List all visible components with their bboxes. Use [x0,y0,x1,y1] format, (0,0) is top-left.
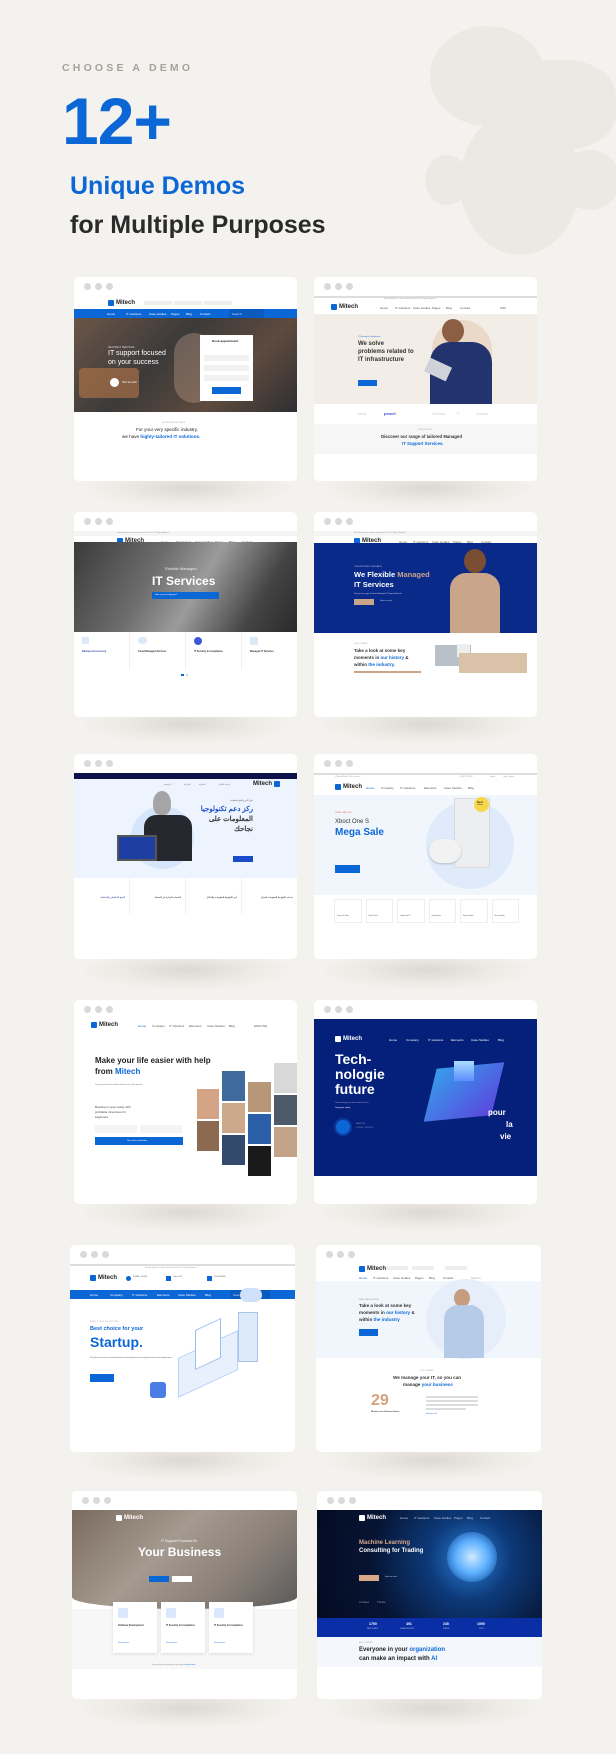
demo-card-2[interactable]: Now Hiring: Are you a driven and motivat… [314,277,537,481]
demo-card-5[interactable]: Mitech الرئيسية الشركة المدونة دراسة الح… [74,754,297,959]
demo-card-7[interactable]: Mitech Home Company IT solutions Element… [74,1000,297,1204]
hero-section: Mitech Home IT solutions Case studies Pa… [317,1510,542,1618]
demo-card-4[interactable]: Now Hiring: Are you a driven and motivat… [314,512,537,717]
demo-card-3[interactable]: Now Hiring: Are you a driven and motivat… [74,512,297,717]
demo-card-12[interactable]: Mitech Home IT solutions Case studies Pa… [317,1491,542,1699]
demo-screenshot: Mitech Home IT solutions Case studies Pa… [316,1264,541,1452]
service-card: IT Security & Compliance Discover now [209,1602,253,1653]
demo-card-6[interactable]: 58 Howard Street #2 San Francisco (+68) … [314,754,537,959]
section-eyebrow: CHOOSE A DEMO [62,62,194,74]
window-controls [82,1497,111,1504]
hero-image: Flexible Managed IT Services How can we … [74,542,297,632]
demo-screenshot: Now Hiring: Are you a driven and motivat… [314,296,537,481]
brand-logo: Mitech [359,1515,386,1521]
service-card: IT Security & Compliance Discover now [161,1602,205,1653]
demo-screenshot: Mitech Home Company IT solutions Element… [74,1019,297,1204]
demo-count: 12+ [62,84,172,158]
subtitle: for Multiple Purposes [70,211,326,239]
demo-card-1[interactable]: Mitech Home IT solutions Case studies Pa… [74,277,297,481]
brand-logo: Mitech [253,781,280,787]
demo-screenshot: Mitech IT Support Focused On Your Busine… [72,1510,297,1699]
stats-bar: 1790 HAPPY CLIENTS 491 FINISHED PROJECTS… [317,1618,542,1637]
demo-card-9[interactable]: Now Hiring: Are you a driven and motivat… [70,1245,295,1452]
hero-section: Best selling GREAT DEALS FOR Xboct One S… [314,795,537,895]
hero-section: IT Security & Compliance We solve proble… [314,314,537,404]
appointment-form: Book appointment [200,335,253,401]
demo-screenshot: Mitech Home IT solutions Case studies Pa… [317,1510,542,1699]
demo-screenshot: Now Hiring: Are you a driven and motivat… [74,531,297,717]
demo-card-11[interactable]: Mitech IT Support Focused On Your Busine… [72,1491,297,1699]
demo-screenshot: 58 Howard Street #2 San Francisco (+68) … [314,773,537,959]
service-card: Software Development Discover now [113,1602,157,1653]
window-controls [80,1251,109,1258]
decorative-blob [560,150,616,210]
demo-card-10[interactable]: Mitech Home IT solutions Case studies Pa… [316,1245,541,1452]
category-tiles: Camera & Video Smart Phone Laptop and PC… [334,899,519,923]
nav-bar: Home IT solutions Case studies Pages Blo… [74,309,297,318]
window-controls [324,760,353,767]
demo-screenshot: Now Hiring: Are you a driven and motivat… [314,531,537,717]
demo-screenshot: Mitech الرئيسية الشركة المدونة دراسة الح… [74,773,297,959]
window-controls [84,283,113,290]
brand-logo: Mitech [335,1036,362,1042]
hero-section: IT SECURITY AND COMPLIANCE We Flexible M… [314,543,537,633]
hero-image: Mitech IT Support Focused On Your Busine… [72,1510,297,1609]
window-controls [84,760,113,767]
services-row: Backup and recovery Cloud Managed Servic… [74,632,297,670]
subtitle-accent: Unique Demos [70,172,246,200]
hero-section: Mitech Home Company IT solutions Element… [314,1019,537,1176]
brand-logo: Mitech [331,304,358,310]
brand-logo: Mitech [91,1022,118,1028]
hero-section: FIND YOUR SOLUTION Take a look at some k… [316,1279,541,1359]
brand-logo: Mitech [108,300,135,306]
brand-logo: Mitech [359,1266,386,1272]
demo-screenshot: Mitech Home Company IT solutions Element… [314,1019,537,1204]
window-controls [327,1497,356,1504]
partner-logos: sella pencil Kitchen P Youare [314,404,537,424]
window-controls [324,283,353,290]
brand-logo: Mitech [335,784,362,790]
brand-logo: Mitech [116,1515,143,1521]
brand-logo: Mitech [90,1275,117,1281]
services-row: النسخ الاحتياطي والاستعادة الخدمات المدا… [74,878,297,914]
demo-screenshot: Mitech Home IT solutions Case studies Pa… [74,296,297,481]
decorative-blob [425,155,469,205]
window-controls [326,1251,355,1258]
window-controls [324,1006,353,1013]
window-controls [84,518,113,525]
window-controls [84,1006,113,1013]
demo-screenshot: Now Hiring: Are you a driven and motivat… [70,1264,295,1452]
window-controls [324,518,353,525]
hero-image: SECURE IT SERVICES IT support focused on… [74,318,297,412]
demo-card-8[interactable]: Mitech Home Company IT solutions Element… [314,1000,537,1204]
